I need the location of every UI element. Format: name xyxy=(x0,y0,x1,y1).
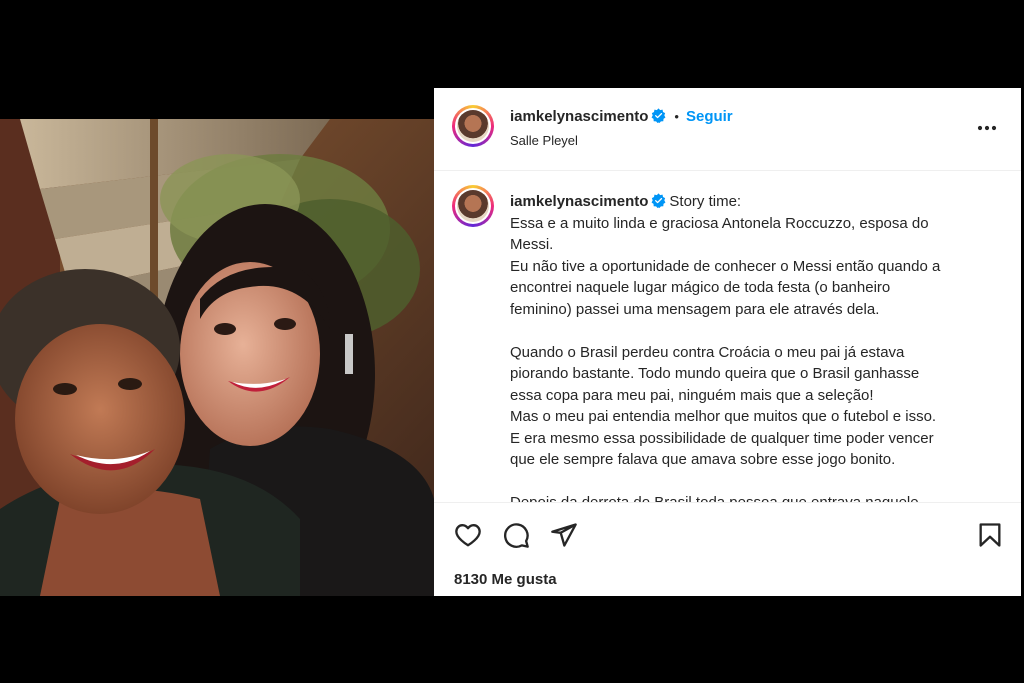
caption-avatar[interactable] xyxy=(452,185,494,227)
verified-badge-icon xyxy=(651,193,666,208)
caption-line: que ele sempre falava que amava sobre es… xyxy=(510,451,896,468)
caption-text: Story time: xyxy=(669,193,742,210)
caption-line: Essa e a muito linda e graciosa Antonela… xyxy=(510,214,929,232)
caption-line: Depois da derrota do Brasil toda pessoa … xyxy=(510,492,990,502)
caption-paragraph: iamkelynascimento Story time: Essa e a mu… xyxy=(510,191,990,320)
heart-icon[interactable] xyxy=(454,521,482,549)
post-photo[interactable] xyxy=(0,119,434,596)
comment-icon[interactable] xyxy=(502,521,530,549)
caption-username[interactable]: iamkelynascimento xyxy=(510,193,648,210)
post-actions: 8130 Me gusta xyxy=(434,502,1021,596)
header-separator: • xyxy=(674,109,679,124)
more-options-icon[interactable] xyxy=(975,116,999,140)
follow-button[interactable]: Seguir xyxy=(686,108,733,125)
author-avatar[interactable] xyxy=(452,105,494,147)
post-header: iamkelynascimento • Seguir Salle Pleyel xyxy=(434,88,1021,171)
author-username[interactable]: iamkelynascimento xyxy=(510,108,648,125)
caption-paragraph: Depois da derrota do Brasil toda pessoa … xyxy=(510,492,990,502)
caption-line: piorando bastante. Todo mundo queira que… xyxy=(510,365,920,382)
avatar-image xyxy=(457,110,489,142)
post-caption: iamkelynascimento Story time: Essa e a mu… xyxy=(510,191,990,502)
photo-illustration xyxy=(0,119,434,596)
post-location[interactable]: Salle Pleyel xyxy=(510,133,578,148)
caption-line: Eu não tive a oportunidade de conhecer o… xyxy=(510,257,941,275)
caption-line: essa copa para meu pai, ninguém mais que… xyxy=(510,386,874,404)
caption-line: E era mesmo essa possibilidade de qualqu… xyxy=(510,429,934,447)
caption-first-line: iamkelynascimento Story time: xyxy=(510,191,990,213)
post-panel: iamkelynascimento • Seguir Salle Pleyel ia… xyxy=(434,88,1021,596)
header-user-line: iamkelynascimento • Seguir xyxy=(510,108,733,126)
caption-line: Quando o Brasil perdeu contra Croácia o … xyxy=(510,343,905,361)
caption-line: Messi. xyxy=(510,236,554,253)
avatar-image xyxy=(457,190,489,222)
likes-count[interactable]: 8130 Me gusta xyxy=(454,571,557,588)
bookmark-icon[interactable] xyxy=(976,521,1004,549)
caption-paragraph: Quando o Brasil perdeu contra Croácia o … xyxy=(510,342,990,471)
caption-line: encontrei naquele lugar mágico de toda f… xyxy=(510,279,891,296)
caption-area: iamkelynascimento Story time: Essa e a mu… xyxy=(434,171,1021,502)
caption-line: Mas o meu pai entendia melhor que muitos… xyxy=(510,408,937,425)
caption-line: feminino) passei uma mensagem para ele a… xyxy=(510,300,880,318)
send-icon[interactable] xyxy=(550,521,578,549)
verified-badge-icon xyxy=(651,108,666,123)
